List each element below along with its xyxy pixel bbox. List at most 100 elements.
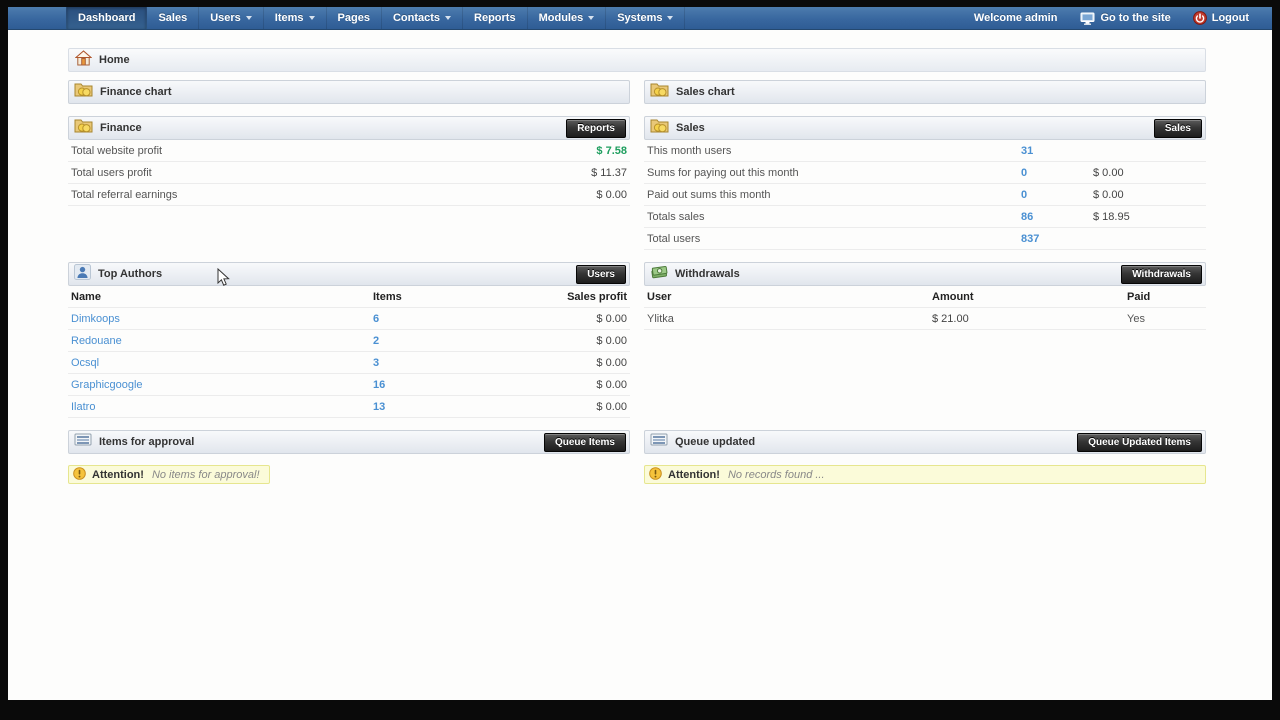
row-label: Totals sales [647, 211, 1021, 223]
table-row: Total users profit $ 11.37 [68, 162, 630, 184]
table-row: Dimkoops 6 $ 0.00 [68, 308, 630, 330]
panel-title: Items for approval [99, 436, 194, 448]
count-link[interactable]: 0 [1021, 189, 1027, 201]
nav-modules[interactable]: Modules [528, 7, 607, 29]
nav-dashboard[interactable]: Dashboard [66, 7, 147, 29]
attention-message: Attention! No items for approval! [68, 465, 270, 484]
nav-reports[interactable]: Reports [463, 7, 528, 29]
queue-updated-items-button[interactable]: Queue Updated Items [1077, 433, 1202, 452]
money-folder-icon [650, 118, 669, 138]
browser-viewport: Dashboard Sales Users Items Pages Contac… [8, 7, 1272, 700]
top-navigation: Dashboard Sales Users Items Pages Contac… [8, 7, 1272, 30]
money-folder-icon [650, 82, 669, 102]
row-profit: $ 0.00 [497, 357, 627, 369]
items-count-link[interactable]: 6 [373, 313, 379, 325]
home-icon [75, 50, 92, 71]
row-amount: $ 18.95 [1093, 211, 1203, 223]
nav-items-label: Items [275, 12, 304, 24]
table-row: Ocsql 3 $ 0.00 [68, 352, 630, 374]
monitor-icon [1080, 12, 1095, 25]
items-count-link[interactable]: 13 [373, 401, 385, 413]
table-row: Ylitka $ 21.00 Yes [644, 308, 1206, 330]
attention-label: Attention! [92, 469, 144, 481]
queue-icon [650, 432, 668, 452]
reports-button[interactable]: Reports [566, 119, 626, 138]
users-button[interactable]: Users [576, 265, 626, 284]
column-header: User [647, 291, 932, 303]
items-count-link[interactable]: 2 [373, 335, 379, 347]
author-link[interactable]: Ilatro [71, 401, 95, 413]
table-row: Total website profit $ 7.58 [68, 140, 630, 162]
row-profit: $ 0.00 [497, 401, 627, 413]
breadcrumb-home[interactable]: Home [99, 54, 130, 66]
nav-contacts[interactable]: Contacts [382, 7, 463, 29]
author-link[interactable]: Graphicgoogle [71, 379, 143, 391]
nav-users[interactable]: Users [199, 7, 264, 29]
author-link[interactable]: Ocsql [71, 357, 99, 369]
column-header: Name [71, 291, 373, 303]
row-label: Total users profit [71, 167, 591, 179]
row-label: Total website profit [71, 145, 596, 157]
go-to-site-link[interactable]: Go to the site [1069, 7, 1181, 29]
chevron-down-icon [588, 16, 594, 20]
queue-items-button[interactable]: Queue Items [544, 433, 626, 452]
row-profit: $ 0.00 [497, 379, 627, 391]
row-amount: $ 0.00 [1093, 167, 1203, 179]
items-for-approval-header: Items for approval Queue Items [68, 430, 630, 454]
table-row: Total users 837 [644, 228, 1206, 250]
nav-pages[interactable]: Pages [327, 7, 382, 29]
logout-link[interactable]: Logout [1182, 7, 1260, 29]
count-link[interactable]: 86 [1021, 211, 1033, 223]
panel-title: Sales [676, 122, 705, 134]
items-count-link[interactable]: 16 [373, 379, 385, 391]
column-header: Amount [932, 291, 1127, 303]
row-amount: $ 0.00 [1093, 189, 1203, 201]
column-header: Sales profit [497, 291, 627, 303]
count-link[interactable]: 837 [1021, 233, 1039, 245]
attention-text: No records found ... [728, 469, 825, 481]
nav-sales[interactable]: Sales [147, 7, 199, 29]
nav-modules-label: Modules [539, 12, 584, 24]
power-icon [1193, 11, 1207, 25]
withdrawals-button[interactable]: Withdrawals [1121, 265, 1202, 284]
finance-panel-header: Finance Reports [68, 116, 630, 140]
author-link[interactable]: Redouane [71, 335, 122, 347]
withdrawals-table: User Amount Paid Ylitka $ 21.00 Yes [644, 286, 1206, 330]
queue-updated-panel: Queue updated Queue Updated Items Attent… [644, 430, 1206, 484]
row-profit: $ 0.00 [497, 313, 627, 325]
chevron-down-icon [667, 16, 673, 20]
finance-panel: Finance Reports Total website profit $ 7… [68, 116, 630, 206]
sales-table: This month users 31 Sums for paying out … [644, 140, 1206, 250]
items-for-approval-panel: Items for approval Queue Items Attention… [68, 430, 630, 485]
withdrawals-header: Withdrawals Withdrawals [644, 262, 1206, 286]
nav-systems-label: Systems [617, 12, 662, 24]
attention-icon [73, 467, 86, 483]
row-label: Paid out sums this month [647, 189, 1021, 201]
author-link[interactable]: Dimkoops [71, 313, 120, 325]
nav-systems[interactable]: Systems [606, 7, 685, 29]
main-content: Home Finance chart Sales chart [8, 30, 1272, 485]
count-link[interactable]: 31 [1021, 145, 1033, 157]
table-row: Graphicgoogle 16 $ 0.00 [68, 374, 630, 396]
row-value: $ 0.00 [596, 189, 627, 201]
panel-title: Sales chart [676, 86, 735, 98]
row-profit: $ 0.00 [497, 335, 627, 347]
breadcrumb: Home [68, 48, 1206, 72]
chevron-down-icon [445, 16, 451, 20]
nav-items[interactable]: Items [264, 7, 327, 29]
table-row: Total referral earnings $ 0.00 [68, 184, 630, 206]
finance-chart-header: Finance chart [68, 80, 630, 104]
row-label: This month users [647, 145, 1021, 157]
row-value: $ 7.58 [596, 145, 627, 157]
queue-updated-header: Queue updated Queue Updated Items [644, 430, 1206, 454]
panel-title: Finance [100, 122, 142, 134]
items-count-link[interactable]: 3 [373, 357, 379, 369]
dashboard-grid: Finance chart Sales chart Finance [68, 80, 1206, 485]
chevron-down-icon [246, 16, 252, 20]
count-link[interactable]: 0 [1021, 167, 1027, 179]
row-paid: Yes [1127, 313, 1203, 325]
go-to-site-label: Go to the site [1100, 12, 1170, 24]
sales-panel-header: Sales Sales [644, 116, 1206, 140]
row-label: Sums for paying out this month [647, 167, 1021, 179]
sales-button[interactable]: Sales [1154, 119, 1202, 138]
